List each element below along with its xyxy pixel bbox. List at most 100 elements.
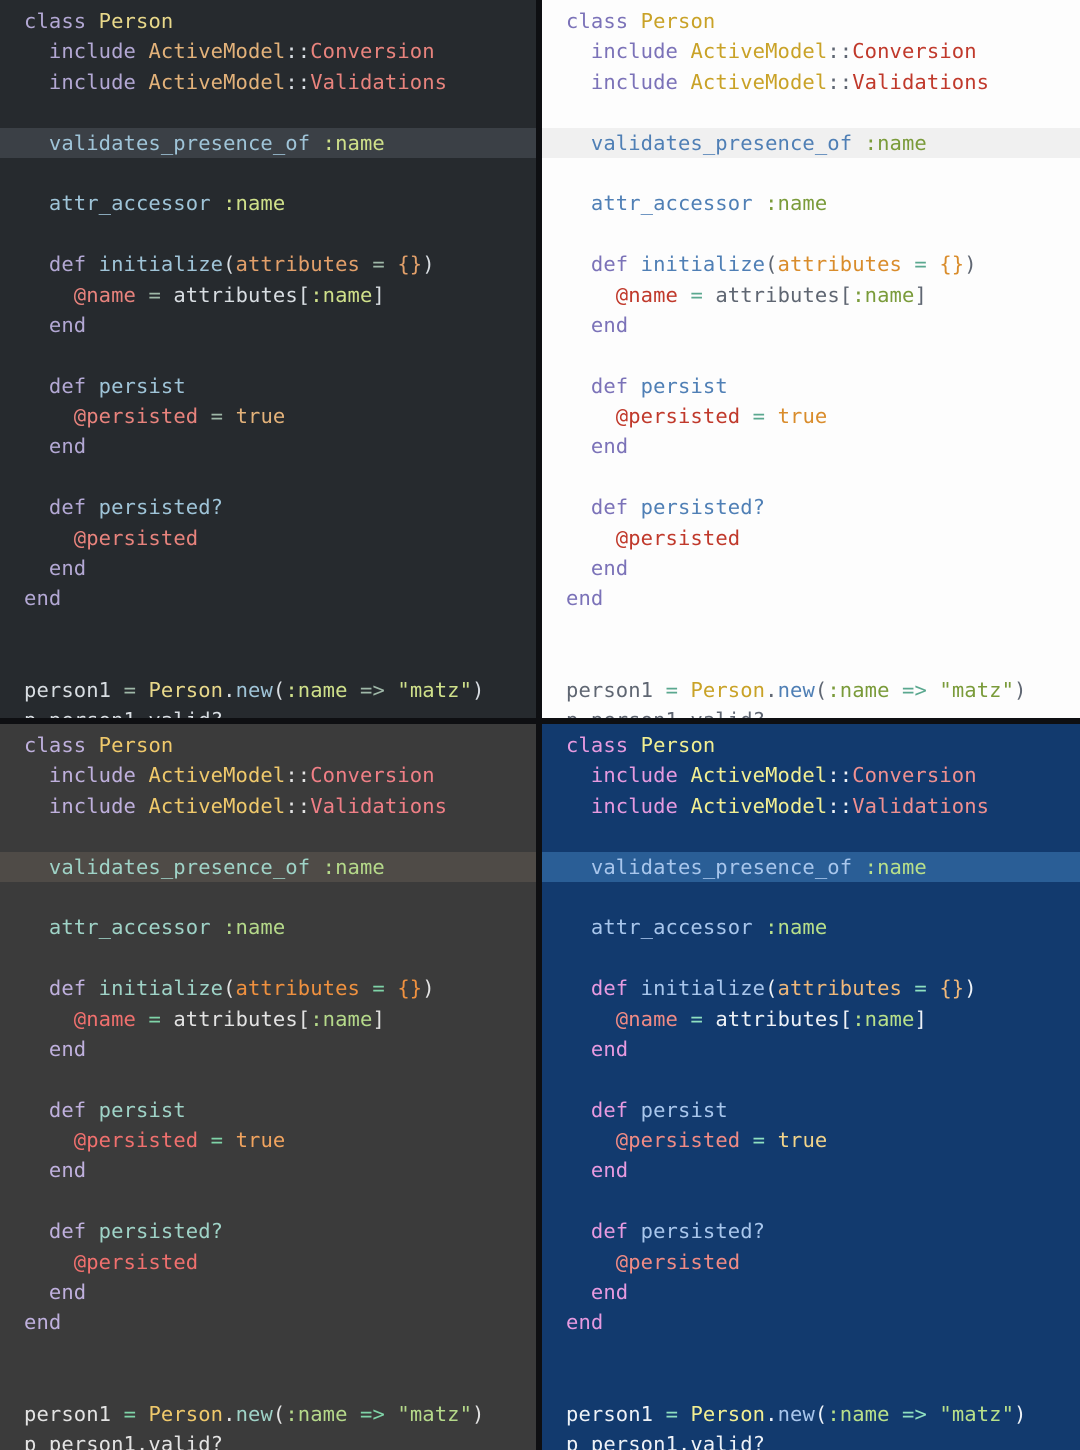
code-token-plain: person1 (566, 677, 654, 702)
code-token-kw: end (590, 1036, 629, 1061)
code-block[interactable]: class Person include ActiveModel::Conver… (0, 730, 536, 1450)
code-line: def persisted? (542, 1216, 1080, 1246)
code-token-punc: [ (839, 1006, 853, 1031)
code-line: @persisted = true (0, 1125, 536, 1155)
code-token-sym: :name (223, 915, 286, 940)
code-token-mod2: Validations (852, 69, 990, 94)
code-token-meth: validates_presence_of (48, 854, 311, 879)
code-token-kw: def (590, 495, 629, 520)
code-line: @name = attributes[:name] (0, 280, 536, 310)
code-token-punc: ] (914, 1006, 927, 1031)
code-token-meth: attr_accessor (590, 915, 753, 940)
code-token-mod: ActiveModel (148, 69, 286, 94)
code-block[interactable]: class Person include ActiveModel::Conver… (0, 6, 536, 718)
code-token-punc: :: (827, 793, 853, 818)
code-token-sym: :name (765, 915, 828, 940)
code-block[interactable]: class Person include ActiveModel::Conver… (542, 6, 1080, 718)
code-token-ivar: @persisted (615, 525, 741, 550)
code-token-bool: true (235, 1128, 286, 1153)
code-token-kw: def (590, 976, 629, 1001)
code-token-ivar: @persisted (615, 404, 741, 429)
code-token-kw: include (590, 39, 678, 64)
code-block[interactable]: class Person include ActiveModel::Conver… (542, 730, 1080, 1450)
code-token-kw: include (590, 69, 678, 94)
code-token-kw: def (590, 252, 629, 277)
code-line-highlighted: validates_presence_of :name (542, 127, 1080, 158)
code-token-op: = (665, 677, 679, 702)
code-token-kw: def (48, 252, 87, 277)
code-token-meth: initialize (640, 976, 766, 1001)
code-token-meth: persisted? (98, 1219, 224, 1244)
code-token-punc: :: (827, 763, 853, 788)
code-line-highlighted: validates_presence_of :name (0, 851, 536, 882)
code-token-op: = (123, 1401, 137, 1426)
code-token-op: => (902, 677, 927, 702)
code-token-meth: new (777, 677, 815, 702)
code-token-punc: ) (1014, 1401, 1027, 1426)
code-token-sym: :name (864, 130, 927, 155)
code-token-op: = (372, 252, 385, 277)
code-pane-blue-theme: class Person include ActiveModel::Conver… (542, 724, 1080, 1450)
code-line: end (542, 553, 1080, 583)
code-line: def initialize(attributes = {}) (0, 973, 536, 1003)
code-token-op: => (360, 677, 385, 702)
code-token-punc: ( (814, 677, 828, 702)
code-line: end (542, 310, 1080, 340)
code-token-sym: :name (310, 1006, 373, 1031)
code-token-kw: include (48, 69, 136, 94)
code-line: @persisted = true (542, 1125, 1080, 1155)
code-line: person1 = Person.new(:name => "matz") (542, 675, 1080, 705)
code-token-ivar: @name (615, 1006, 678, 1031)
code-token-meth: validates_presence_of (590, 130, 853, 155)
code-token-mod2: Conversion (310, 763, 435, 788)
code-token-mod: ActiveModel (690, 69, 828, 94)
code-token-kw: end (48, 312, 87, 337)
code-token-sym: :name (864, 854, 927, 879)
code-token-arg: {} (397, 976, 423, 1001)
code-token-ivar: @persisted (615, 1128, 741, 1153)
code-token-ivar: @name (73, 1006, 136, 1031)
code-token-plain: attributes (715, 282, 840, 307)
code-line: @persisted (542, 523, 1080, 553)
code-token-op: = (690, 1006, 703, 1031)
code-token-kw: end (48, 1158, 87, 1183)
code-token-meth: initialize (98, 252, 224, 277)
code-line: @persisted (0, 1247, 536, 1277)
